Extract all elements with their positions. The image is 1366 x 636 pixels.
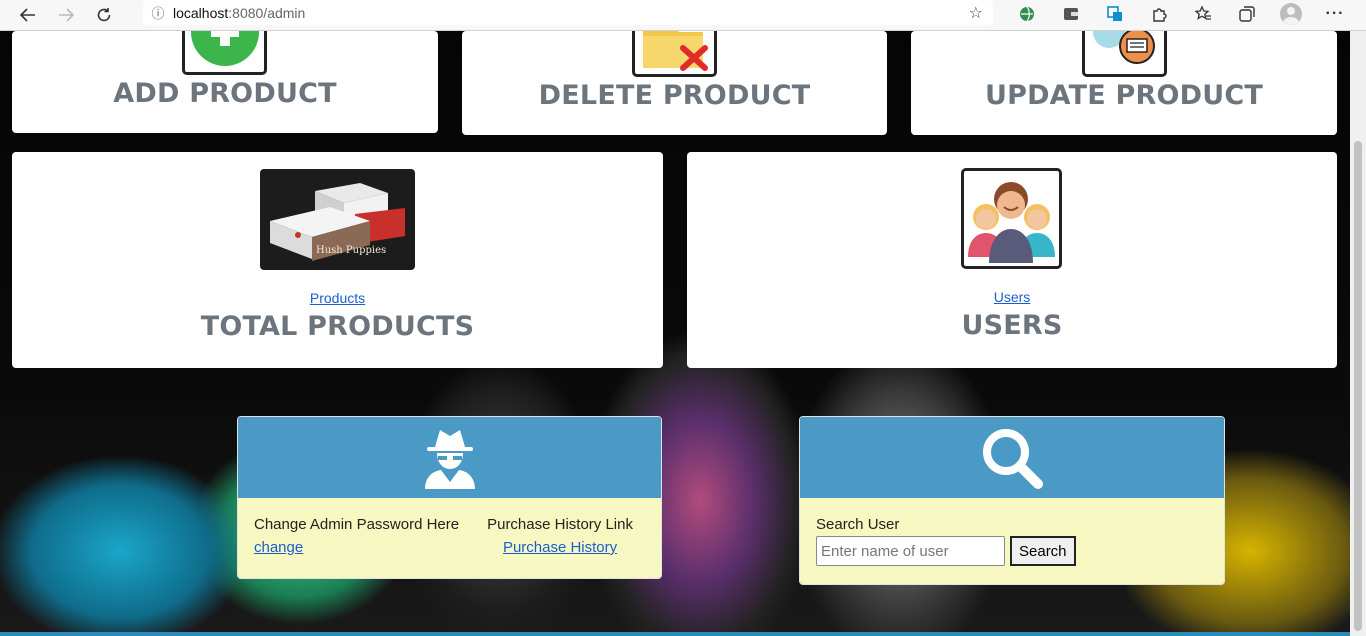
add-favorite-icon[interactable]: ☆ xyxy=(969,3,983,23)
browser-extensions: ··· xyxy=(1005,0,1357,28)
search-user-input[interactable] xyxy=(816,536,1005,566)
extension-cast-icon[interactable] xyxy=(1093,0,1137,28)
admin-panel-header xyxy=(238,417,661,498)
search-user-label: Search User xyxy=(816,516,900,533)
admin-panel-body: Change Admin Password Here change Purcha… xyxy=(238,498,661,578)
forward-button[interactable] xyxy=(50,1,82,29)
total-products-card: Hush Puppies Products TOTAL PRODUCTS xyxy=(12,152,663,368)
admin-settings-panel: Change Admin Password Here change Purcha… xyxy=(237,416,662,579)
users-icon-frame xyxy=(961,168,1062,269)
purchase-history-section: Purchase History Link Purchase History xyxy=(487,516,633,578)
extension-wallet-icon[interactable] xyxy=(1049,0,1093,28)
scrollbar-thumb[interactable] xyxy=(1354,141,1362,631)
update-product-card[interactable]: UPDATE PRODUCT xyxy=(911,31,1337,135)
users-card: Users USERS xyxy=(687,152,1337,368)
purchase-history-link[interactable]: Purchase History xyxy=(487,539,633,556)
total-products-title: TOTAL PRODUCTS xyxy=(200,311,475,342)
back-button[interactable] xyxy=(12,1,44,29)
search-panel-body: Search User Search xyxy=(800,498,1224,584)
add-product-icon-frame xyxy=(182,31,267,75)
page-scrollbar[interactable] xyxy=(1350,31,1366,636)
profile-button[interactable] xyxy=(1269,0,1313,28)
favorites-icon[interactable] xyxy=(1181,0,1225,28)
change-password-link[interactable]: change xyxy=(254,539,459,556)
delete-product-icon-frame xyxy=(632,31,717,77)
address-bar[interactable]: ⓘ localhost:8080/admin ☆ xyxy=(143,0,993,25)
users-link[interactable]: Users xyxy=(687,289,1337,305)
url-path: :8080/admin xyxy=(228,4,306,21)
delete-folder-icon xyxy=(643,31,708,71)
bottom-border xyxy=(0,632,1350,636)
update-product-icon-frame xyxy=(1082,31,1167,77)
search-row: Search xyxy=(816,536,1208,566)
add-product-card[interactable]: ADD PRODUCT xyxy=(12,31,438,133)
purchase-history-label: Purchase History Link xyxy=(487,516,633,533)
change-password-label: Change Admin Password Here xyxy=(254,516,460,533)
shoe-boxes-image: Hush Puppies xyxy=(260,169,415,270)
users-title: USERS xyxy=(961,310,1063,341)
search-panel-header xyxy=(800,417,1224,498)
extension-globe-icon[interactable] xyxy=(1005,0,1049,28)
add-product-title: ADD PRODUCT xyxy=(113,78,337,109)
browser-toolbar: ⓘ localhost:8080/admin ☆ ··· xyxy=(0,0,1366,31)
magnifier-icon xyxy=(983,428,1043,489)
avatar xyxy=(1280,3,1302,25)
url-host: localhost xyxy=(173,4,229,21)
incognito-agent-icon xyxy=(424,429,475,489)
search-user-panel: Search User Search xyxy=(799,416,1225,585)
extensions-puzzle-icon[interactable] xyxy=(1137,0,1181,28)
delete-product-card[interactable]: DELETE PRODUCT xyxy=(462,31,887,135)
site-info-icon[interactable]: ⓘ xyxy=(143,3,173,22)
arrow-right-icon xyxy=(59,8,74,22)
refresh-button[interactable] xyxy=(88,1,120,29)
update-chat-icon xyxy=(1093,31,1155,64)
arrow-left-icon xyxy=(20,8,35,22)
search-button[interactable]: Search xyxy=(1010,536,1076,566)
delete-product-title: DELETE PRODUCT xyxy=(538,80,811,111)
change-password-section: Change Admin Password Here change xyxy=(254,516,460,578)
collections-icon[interactable] xyxy=(1225,0,1269,28)
update-product-title: UPDATE PRODUCT xyxy=(984,80,1264,111)
svg-text:Hush Puppies: Hush Puppies xyxy=(316,245,386,256)
products-link[interactable]: Products xyxy=(12,290,663,306)
admin-page: ADD PRODUCT DELETE PRODUCT UPDATE PRODUC… xyxy=(0,31,1350,636)
more-menu-icon[interactable]: ··· xyxy=(1313,0,1357,28)
add-plus-icon xyxy=(191,31,259,66)
users-group-icon xyxy=(968,182,1055,263)
refresh-icon xyxy=(97,8,111,22)
